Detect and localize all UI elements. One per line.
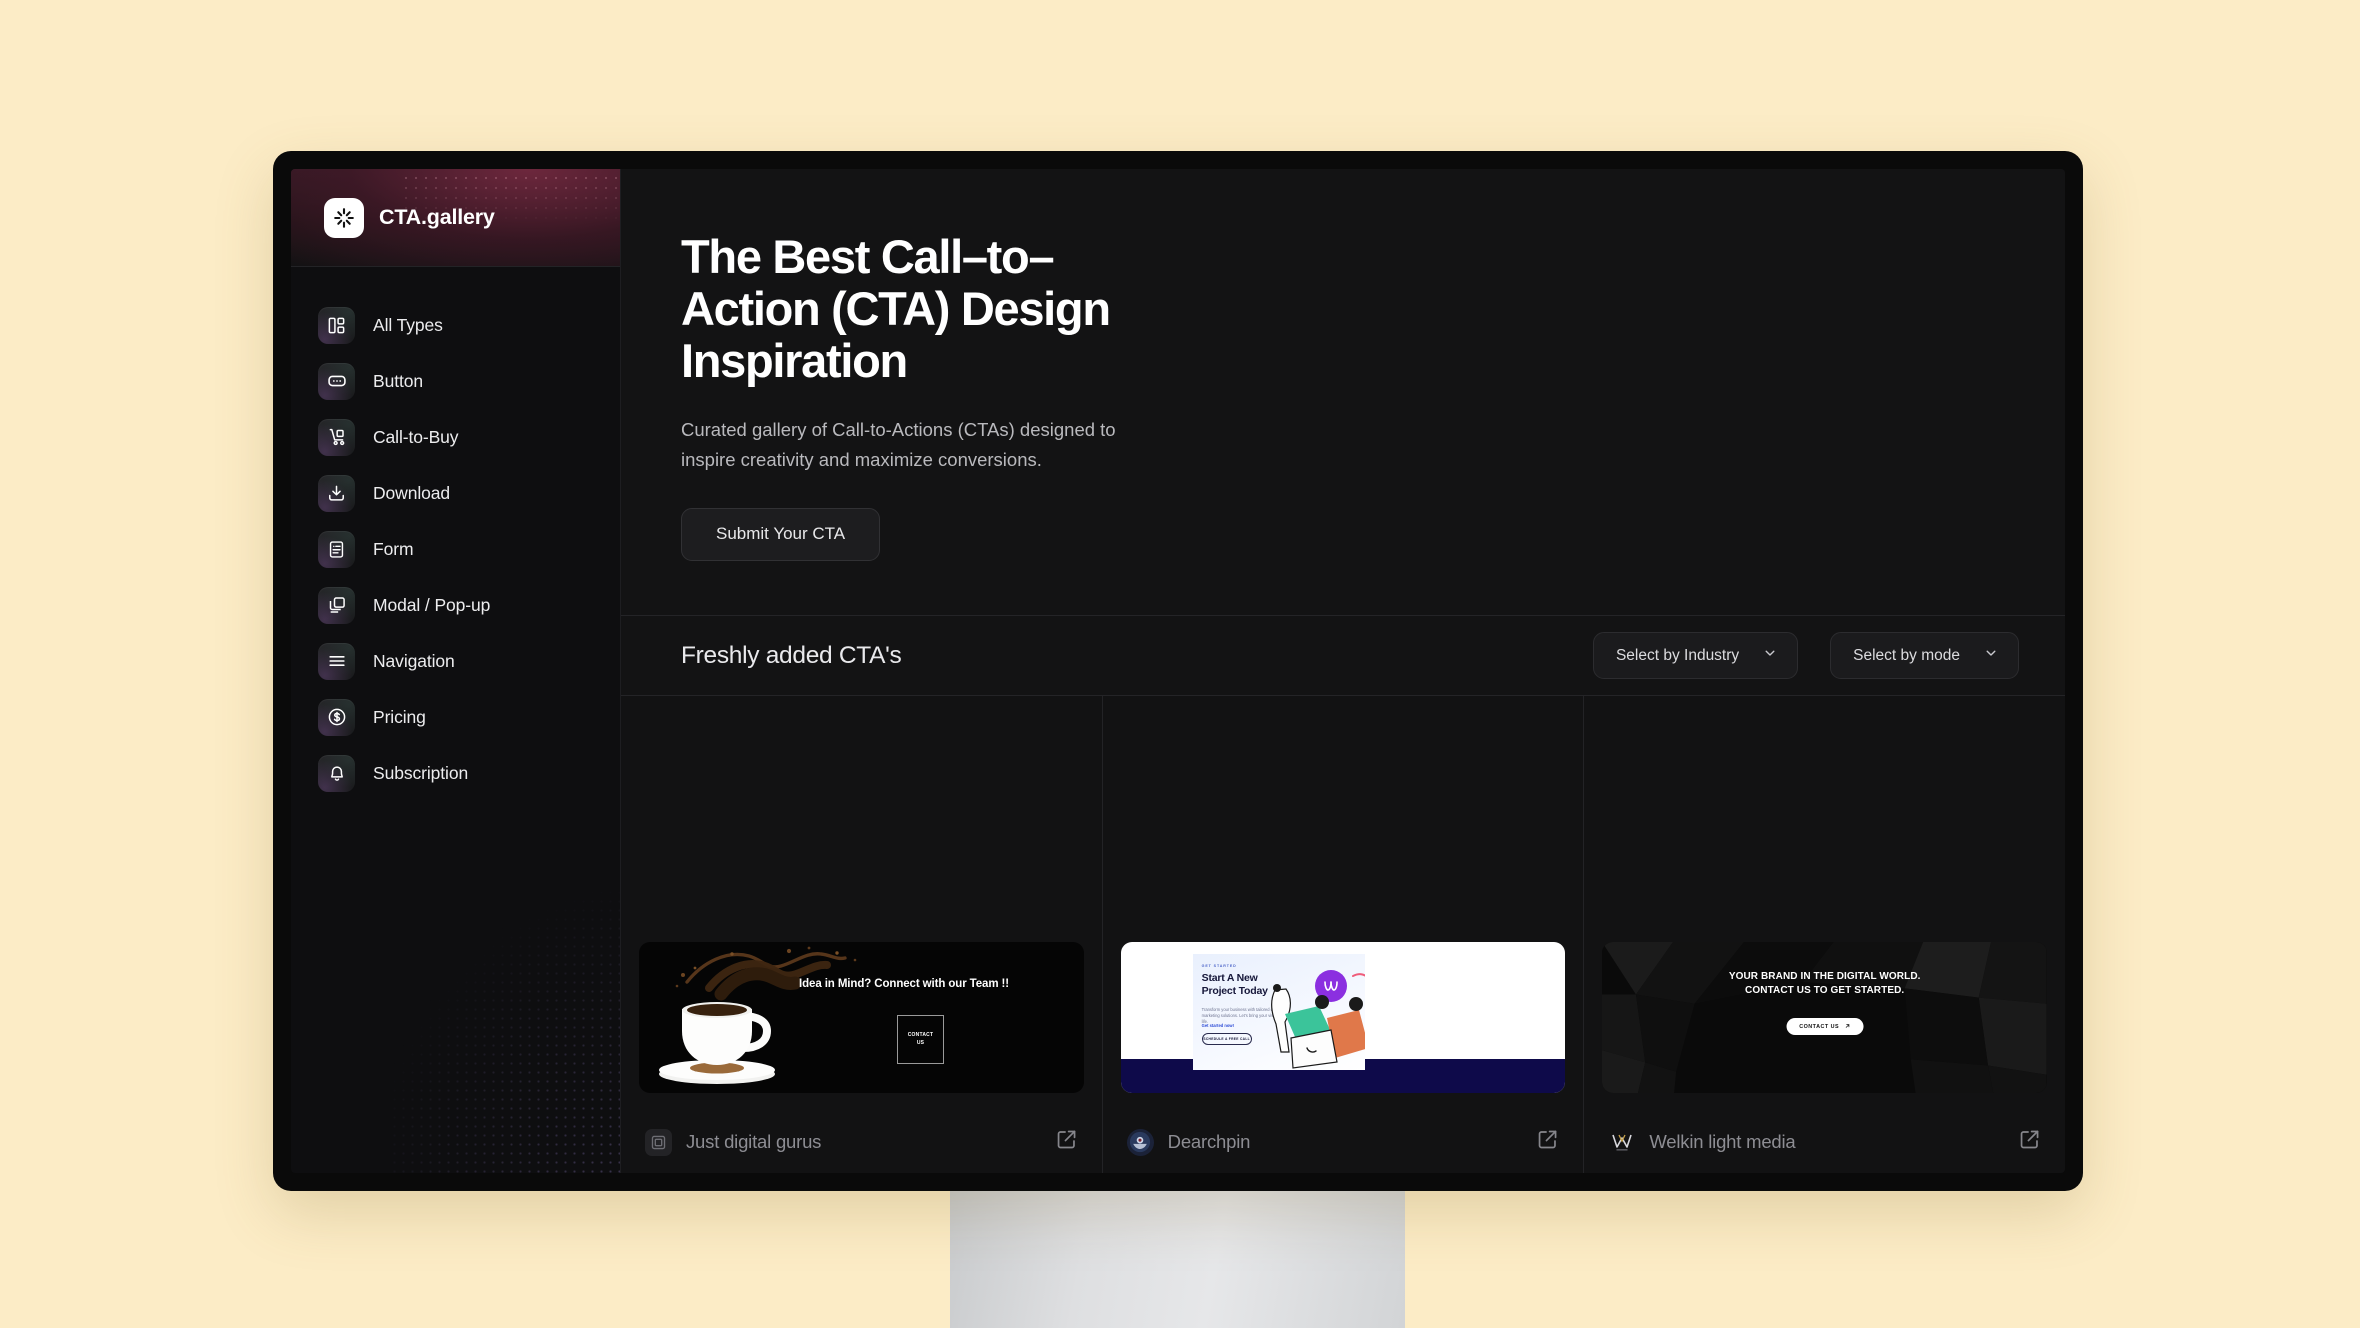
card-title: Just digital gurus — [686, 1131, 822, 1152]
cta-preview-headline: Idea in Mind? Connect with our Team !! — [799, 978, 1010, 990]
cta-card[interactable]: Idea in Mind? Connect with our Team !! C… — [621, 696, 1103, 1173]
cta-preview-just-digital-gurus: Idea in Mind? Connect with our Team !! C… — [639, 942, 1084, 1093]
card-footer: Dearchpin — [1121, 1111, 1566, 1173]
sidebar: CTA.gallery All Types Button Call-to-Buy… — [291, 169, 621, 1173]
card-footer: Welkin light media — [1602, 1111, 2047, 1173]
download-tray-icon — [318, 474, 355, 512]
arrow-up-right-icon — [1844, 1023, 1850, 1031]
dollar-circle-icon — [318, 698, 355, 736]
filter-bar: Freshly added CTA's Select by Industry S… — [621, 616, 2065, 696]
sidebar-item-form[interactable]: Form — [291, 521, 620, 577]
sidebar-item-label: Subscription — [373, 762, 469, 783]
sidebar-item-label: Pricing — [373, 706, 426, 727]
cta-preview-welkin-light-media: YOUR BRAND IN THE DIGITAL WORLD. CONTACT… — [1602, 942, 2048, 1093]
sidebar-nav: All Types Button Call-to-Buy Download Fo… — [291, 267, 620, 801]
sidebar-item-label: Download — [373, 482, 451, 503]
bell-icon — [318, 754, 355, 792]
hero-subtitle: Curated gallery of Call-to-Actions (CTAs… — [681, 419, 1116, 470]
illustration-people-graphic — [1270, 970, 1365, 1069]
hamburger-menu-icon — [318, 642, 355, 680]
cta-preview-headline: Start A New Project Today — [1201, 972, 1268, 998]
select-by-industry-dropdown[interactable]: Select by Industry — [1592, 632, 1799, 679]
welkin-w-monogram-icon — [1608, 1129, 1635, 1156]
cta-preview-dearchpin: GET STARTED Start A New Project Today Tr… — [1120, 942, 1566, 1093]
cta-preview-button: CONTACT US — [1786, 1018, 1864, 1035]
asterisk-sparkle-icon — [324, 197, 364, 238]
cta-preview-button: SCHEDULE A FREE CALL — [1201, 1033, 1252, 1045]
cta-preview-headline: YOUR BRAND IN THE DIGITAL WORLD. CONTACT… — [1728, 971, 1921, 997]
cta-card[interactable]: GET STARTED Start A New Project Today Tr… — [1103, 696, 1585, 1173]
sidebar-dot-pattern — [390, 843, 620, 1173]
section-title: Freshly added CTA's — [681, 641, 902, 669]
sidebar-item-label: Modal / Pop-up — [373, 594, 491, 615]
select-by-mode-dropdown[interactable]: Select by mode — [1830, 632, 2019, 679]
brand-name: CTA.gallery — [379, 205, 495, 229]
sidebar-item-call-to-buy[interactable]: Call-to-Buy — [291, 409, 620, 465]
external-link-icon[interactable] — [1055, 1128, 1078, 1156]
monitor-stand — [950, 1191, 1405, 1328]
chevron-down-icon — [1984, 646, 1998, 665]
sidebar-item-label: Form — [373, 538, 414, 559]
monitor-frame: CTA.gallery All Types Button Call-to-Buy… — [273, 151, 2083, 1191]
filter-label: Select by Industry — [1615, 646, 1740, 664]
button-rectangle-icon — [318, 362, 355, 400]
card-media: YOUR BRAND IN THE DIGITAL WORLD. CONTACT… — [1602, 696, 2048, 1111]
sidebar-item-modal-popup[interactable]: Modal / Pop-up — [291, 577, 620, 633]
sidebar-item-label: Navigation — [373, 650, 455, 671]
stacked-windows-icon — [318, 586, 355, 624]
cta-preview-panel: GET STARTED Start A New Project Today Tr… — [1192, 954, 1365, 1070]
coffee-cup-graphic — [659, 1002, 775, 1084]
sidebar-item-navigation[interactable]: Navigation — [291, 633, 620, 689]
sidebar-item-pricing[interactable]: Pricing — [291, 689, 620, 745]
filter-group: Select by Industry Select by mode — [1592, 632, 2019, 679]
cta-preview-button: CONTACT US — [897, 1015, 944, 1064]
main-content: The Best Call–to– Action (CTA) Design In… — [621, 169, 2065, 1173]
brand-header[interactable]: CTA.gallery — [291, 169, 620, 267]
sidebar-item-button[interactable]: Button — [291, 353, 620, 409]
sidebar-item-label: All Types — [373, 314, 443, 335]
sidebar-item-label: Call-to-Buy — [373, 426, 459, 447]
sidebar-item-download[interactable]: Download — [291, 465, 620, 521]
cta-preview-kicker: GET STARTED — [1201, 964, 1237, 968]
external-link-icon[interactable] — [2018, 1128, 2041, 1156]
hand-truck-cart-icon — [318, 418, 355, 456]
card-title: Welkin light media — [1649, 1131, 1796, 1152]
hero-section: The Best Call–to– Action (CTA) Design In… — [621, 169, 2065, 616]
submit-your-cta-button[interactable]: Submit Your CTA — [681, 507, 881, 561]
cta-preview-button-label: CONTACT US — [1799, 1023, 1840, 1030]
layout-dashboard-icon — [318, 306, 355, 344]
card-footer: Just digital gurus — [639, 1111, 1084, 1173]
dearchpin-crest-icon — [1126, 1128, 1154, 1156]
card-media: GET STARTED Start A New Project Today Tr… — [1120, 696, 1566, 1111]
form-document-icon — [318, 530, 355, 568]
card-title: Dearchpin — [1167, 1131, 1251, 1152]
external-link-icon[interactable] — [1536, 1128, 1559, 1156]
cta-gallery-grid: Idea in Mind? Connect with our Team !! C… — [621, 696, 2065, 1173]
cta-card[interactable]: YOUR BRAND IN THE DIGITAL WORLD. CONTACT… — [1584, 696, 2065, 1173]
filter-label: Select by mode — [1853, 646, 1960, 664]
page-title: The Best Call–to– Action (CTA) Design In… — [681, 230, 1111, 388]
jdg-monogram-icon — [645, 1128, 672, 1156]
cta-preview-link: Get started now! — [1201, 1023, 1234, 1028]
sidebar-item-subscription[interactable]: Subscription — [291, 745, 620, 801]
card-media: Idea in Mind? Connect with our Team !! C… — [639, 696, 1084, 1111]
chevron-down-icon — [1763, 646, 1777, 665]
screen: CTA.gallery All Types Button Call-to-Buy… — [291, 169, 2065, 1173]
sidebar-item-all-types[interactable]: All Types — [291, 297, 620, 353]
sidebar-item-label: Button — [373, 370, 423, 391]
